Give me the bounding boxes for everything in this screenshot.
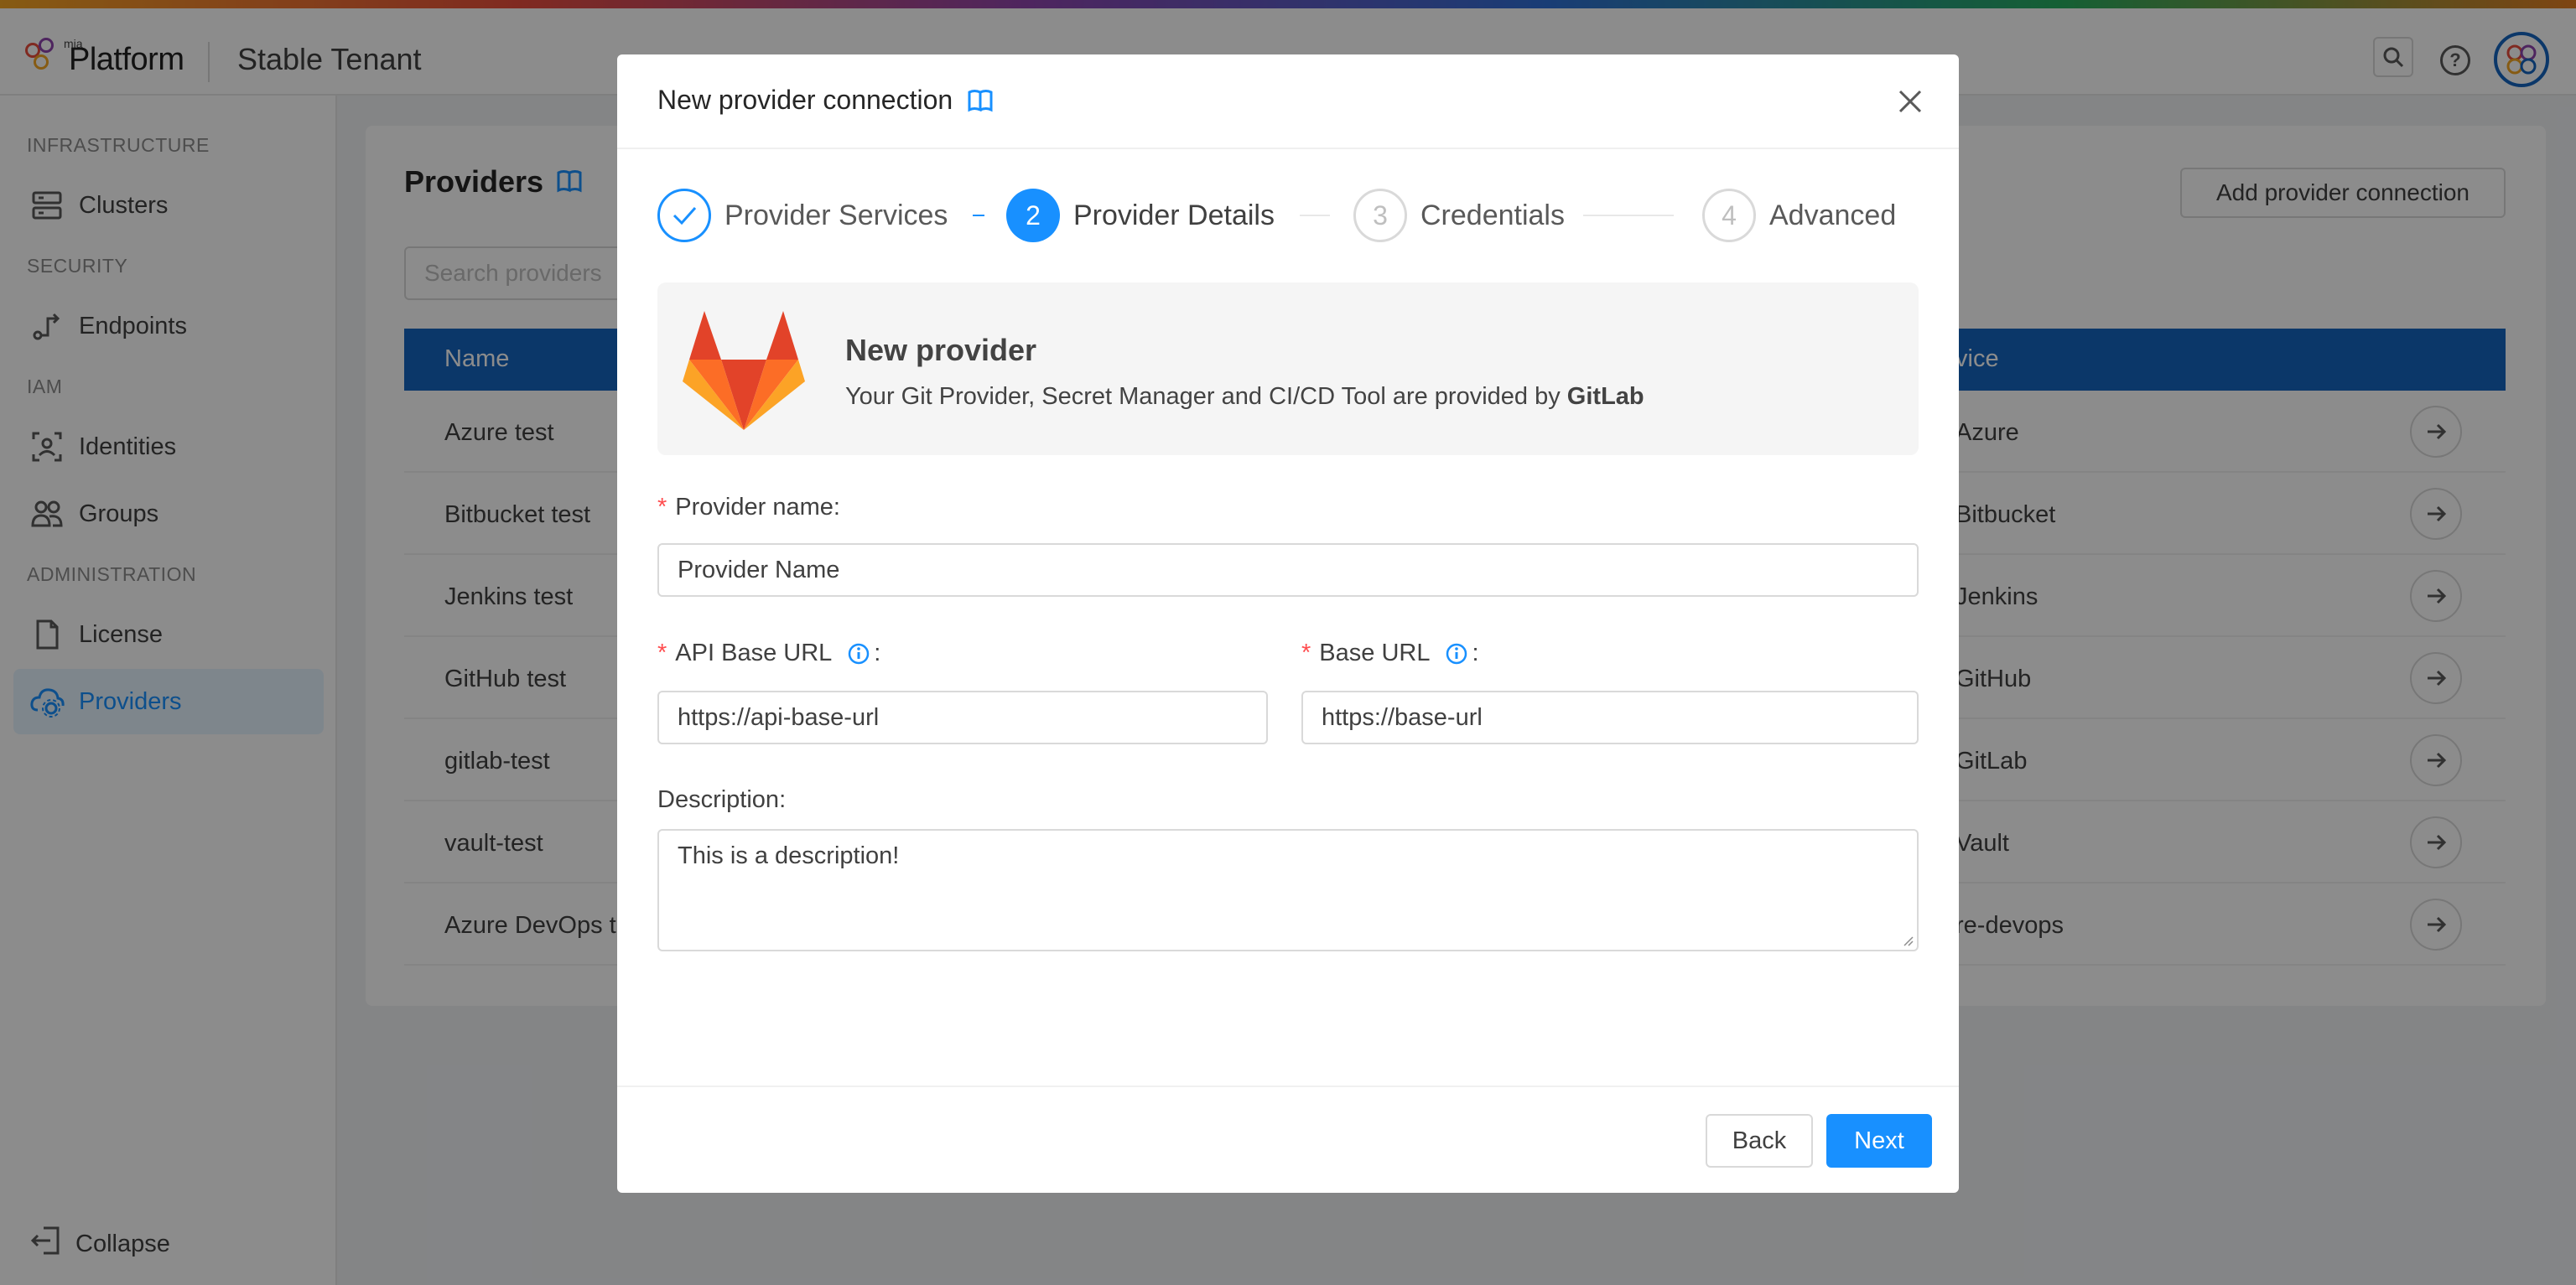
description-value: This is a description!	[678, 842, 900, 869]
required-mark: *	[657, 494, 667, 521]
step-connector	[973, 215, 984, 216]
info-icon[interactable]	[847, 642, 870, 666]
check-icon	[657, 189, 711, 242]
step-number: 3	[1353, 189, 1407, 242]
step-provider-services[interactable]: Provider Services	[657, 189, 948, 242]
label-colon: :	[779, 786, 787, 813]
step-advanced[interactable]: 4 Advanced	[1702, 189, 1896, 242]
step-credentials[interactable]: 3 Credentials	[1353, 189, 1565, 242]
step-provider-details[interactable]: 2 Provider Details	[1006, 189, 1275, 242]
provider-name-placeholder: Provider Name	[678, 556, 840, 583]
label-colon: :	[874, 640, 881, 666]
modal-header: New provider connection	[617, 54, 1959, 149]
label-text: Provider name	[675, 494, 834, 521]
modal-title-text: New provider connection	[657, 85, 953, 115]
modal-footer: Back Next	[617, 1086, 1959, 1193]
base-url-label: * Base URL:	[1301, 640, 1479, 667]
description-textarea[interactable]: This is a description!	[657, 829, 1919, 951]
label-text: API Base URL	[675, 640, 833, 666]
banner-description: Your Git Provider, Secret Manager and CI…	[845, 383, 1644, 411]
banner-title: New provider	[845, 333, 1037, 367]
base-url-input[interactable]: https://base-url	[1301, 691, 1919, 744]
new-provider-modal: New provider connection Provider Service…	[617, 54, 1959, 1193]
base-url-value: https://base-url	[1322, 703, 1483, 731]
label-colon: :	[833, 494, 840, 521]
banner-description-text: Your Git Provider, Secret Manager and CI…	[845, 383, 1567, 410]
back-button[interactable]: Back	[1706, 1114, 1813, 1168]
next-button[interactable]: Next	[1826, 1114, 1932, 1168]
step-label: Provider Details	[1073, 199, 1275, 231]
gitlab-logo-icon	[683, 311, 805, 430]
required-mark: *	[1301, 640, 1311, 666]
modal-title: New provider connection	[657, 85, 993, 116]
step-label: Advanced	[1769, 199, 1897, 231]
label-colon: :	[1472, 640, 1479, 666]
api-base-url-label: * API Base URL:	[657, 640, 880, 667]
provider-name-input[interactable]: Provider Name	[657, 543, 1919, 597]
step-label: Credentials	[1420, 199, 1565, 231]
provider-banner: New provider Your Git Provider, Secret M…	[657, 282, 1919, 455]
close-icon[interactable]	[1893, 85, 1927, 118]
info-icon[interactable]	[1445, 642, 1468, 666]
step-connector	[1583, 215, 1674, 216]
api-base-url-value: https://api-base-url	[678, 703, 880, 731]
step-label: Provider Services	[724, 199, 948, 231]
required-mark: *	[657, 640, 667, 666]
api-base-url-input[interactable]: https://api-base-url	[657, 691, 1268, 744]
docs-book-icon[interactable]	[968, 89, 993, 112]
step-number: 2	[1006, 189, 1060, 242]
label-text: Description	[657, 786, 780, 813]
resize-handle-icon[interactable]	[1902, 935, 1914, 946]
provider-name-label: * Provider name:	[657, 494, 840, 521]
step-number: 4	[1702, 189, 1756, 242]
banner-provider-name: GitLab	[1566, 383, 1644, 410]
label-text: Base URL	[1319, 640, 1431, 666]
description-label: Description:	[657, 786, 786, 814]
step-connector	[1300, 215, 1330, 216]
wizard-steps: Provider Services 2 Provider Details 3 C…	[657, 189, 1919, 242]
